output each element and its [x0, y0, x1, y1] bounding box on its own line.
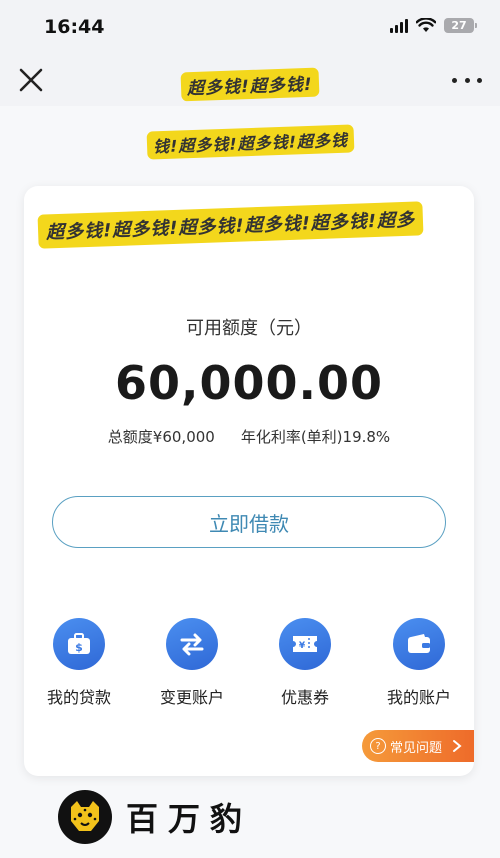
more-options-button[interactable]	[452, 66, 482, 94]
battery-icon: 27	[444, 18, 477, 33]
total-limit: 总额度¥60,000	[107, 428, 215, 446]
menu-label: 我的贷款	[46, 688, 111, 707]
menu-item-coupons[interactable]: ¥ 优惠券	[250, 618, 360, 708]
loan-wallet-icon: $	[53, 618, 105, 670]
coupon-icon: ¥	[279, 618, 331, 670]
page-subtitle-text: 钱!超多钱!超多钱!超多钱	[146, 124, 354, 160]
available-limit-label: 可用额度（元）	[186, 318, 312, 339]
status-time: 16:44	[44, 16, 105, 38]
nav-title: 超多钱!超多钱!	[0, 67, 500, 102]
status-bar: 16:44 27	[0, 0, 500, 56]
menu-label: 我的账户	[386, 688, 451, 707]
menu-item-my-account[interactable]: 我的账户	[364, 618, 474, 708]
leopard-logo-icon	[58, 790, 112, 844]
svg-text:¥: ¥	[299, 641, 306, 651]
faq-button[interactable]: ? 常见问题	[361, 730, 474, 762]
quick-menu: $ 我的贷款 变更账户 ¥ 优惠券 我的账户	[24, 618, 474, 708]
card-header-text: 超多钱!超多钱!超多钱!超多钱!超多钱!超多	[37, 201, 424, 249]
switch-arrows-icon	[166, 618, 218, 670]
page-body: 钱!超多钱!超多钱!超多钱 超多钱!超多钱!超多钱!超多钱!超多钱!超多 可用额…	[0, 106, 500, 858]
page-subtitle: 钱!超多钱!超多钱!超多钱	[0, 124, 500, 160]
status-icons: 27	[390, 18, 477, 33]
nav-title-text: 超多钱!超多钱!	[180, 67, 320, 102]
menu-label: 优惠券	[280, 688, 329, 707]
available-limit-amount: 60,000.00	[115, 356, 383, 410]
question-icon: ?	[369, 738, 386, 754]
menu-item-change-account[interactable]: 变更账户	[137, 618, 247, 708]
wifi-icon	[416, 18, 436, 32]
brand-name: 百万豹	[126, 800, 253, 838]
more-dot-icon	[452, 77, 457, 83]
loan-card: 超多钱!超多钱!超多钱!超多钱!超多钱!超多 可用额度（元） 60,000.00…	[24, 186, 474, 776]
brand: 百万豹	[58, 790, 252, 844]
cellular-signal-icon	[390, 18, 408, 33]
faq-label: 常见问题	[389, 740, 442, 756]
more-dot-icon	[477, 77, 482, 83]
limit-info: 总额度¥60,000 年化利率(单利)19.8%	[24, 426, 474, 447]
interest-rate: 年化利率(单利)19.8%	[240, 428, 391, 446]
svg-text:$: $	[75, 641, 83, 654]
chevron-right-icon	[453, 740, 462, 752]
menu-item-my-loans[interactable]: $ 我的贷款	[24, 618, 134, 708]
menu-label: 变更账户	[159, 688, 224, 707]
account-wallet-icon	[393, 618, 445, 670]
borrow-now-button[interactable]: 立即借款	[52, 496, 446, 548]
more-dot-icon	[464, 77, 470, 83]
card-header: 超多钱!超多钱!超多钱!超多钱!超多钱!超多	[37, 201, 424, 249]
nav-bar: 超多钱!超多钱!	[0, 56, 500, 106]
